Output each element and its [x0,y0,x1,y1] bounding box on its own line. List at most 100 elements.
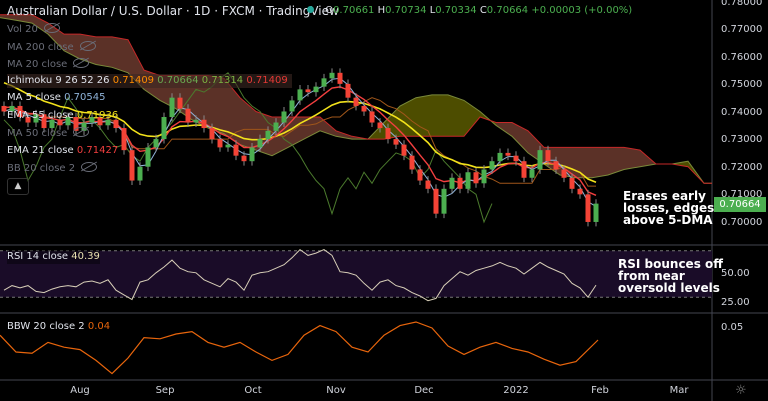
candle-body [433,188,439,214]
kumo-segment [432,94,448,137]
candle-body [537,150,543,170]
candle-body [529,169,535,178]
legend-rsi[interactable]: RSI 14 close 40.39 [7,250,100,264]
legend-label: MA 5 close [7,92,61,103]
chart-title: Australian Dollar / U.S. Dollar · 1D · F… [7,4,339,18]
candle-body [361,105,367,112]
candle-body [521,161,527,178]
kumo-segment [576,147,592,178]
legend-ma50[interactable]: MA 50 close [7,126,90,141]
chevron-up-icon: ▲ [14,181,22,191]
candle-body [441,188,447,214]
ema55-value: 0.71936 [76,110,119,121]
candle-body [473,172,479,184]
candle-body [577,188,583,195]
time-axis-label: Dec [414,385,434,396]
candle-body [505,152,511,156]
candle-body [337,72,343,84]
rsi-axis-label: 50.00 [721,268,750,279]
price-axis-label: 0.72000 [721,162,763,173]
legend-label: MA 200 close [7,42,74,53]
candle-body [457,177,463,189]
candle-body [241,155,247,162]
legend-label: RSI 14 close [7,251,69,262]
candle-body [129,150,135,181]
legend-ma20[interactable]: MA 20 close [7,57,90,72]
candle-body [401,144,407,156]
rsi-value: 40.39 [71,251,100,262]
candle-body [1,105,7,112]
candle-body [145,147,151,167]
candle-body [497,152,503,162]
price-axis-label: 0.70000 [721,217,763,228]
price-axis-label: 0.74000 [721,107,763,118]
hidden-eye-icon[interactable] [73,58,90,68]
candle-body [201,119,207,129]
bbw-value: 0.04 [87,321,111,332]
time-axis-label: Mar [669,385,689,396]
legend-ma5[interactable]: MA 5 close 0.70545 [7,91,106,105]
hidden-eye-icon[interactable] [79,41,96,51]
low-value: 0.70334 [435,5,477,16]
candle-body [161,117,167,140]
legend-ema55[interactable]: EMA 55 close 0.71936 [7,109,118,123]
last-price-tag: 0.70664 [714,197,766,212]
legend-label: EMA 55 close [7,110,74,121]
candle-body [305,89,311,93]
kumo-segment [96,36,112,68]
kumo-segment [624,147,640,170]
close-value: 0.70664 [486,5,529,16]
candle-body [409,155,415,170]
candle-body [465,172,471,189]
candle-body [185,108,191,123]
rsi-band [0,250,712,298]
kumo-segment [592,147,608,178]
settings-gear-icon[interactable]: ☼ [735,383,747,398]
candle-body [553,161,559,170]
legend-ichimoku[interactable]: Ichimoku 9 26 52 26 0.71409 0.70664 0.71… [7,74,292,88]
legend-ma200[interactable]: MA 200 close [7,40,96,55]
candle-body [249,147,255,162]
rsi-axis-label: 25.00 [721,297,750,308]
ichimoku-span-b-value: 0.71409 [246,75,288,86]
time-axis-label: Feb [591,385,609,396]
hidden-eye-icon[interactable] [43,23,60,33]
candle-body [265,130,271,140]
ema21-value: 0.71427 [76,145,119,156]
candle-body [489,161,495,170]
change-value: +0.00003 (+0.00%) [531,5,633,16]
time-axis-label: Aug [70,385,90,396]
legend-bb[interactable]: BB 20 close 2 [7,161,98,176]
open-label: O [325,5,334,16]
candle-body [593,203,599,222]
hidden-eye-icon[interactable] [73,127,90,137]
candle-body [217,139,223,148]
legend-label: MA 20 close [7,59,68,70]
collapse-legend-button[interactable]: ▲ [7,178,29,195]
candle-body [193,119,199,123]
ma5-value: 0.70545 [64,92,106,103]
legend-bbw[interactable]: BBW 20 close 2 0.04 [7,320,110,334]
candle-body [545,150,551,162]
legend-label: BBW 20 close 2 [7,321,85,332]
close-label: C [479,5,487,16]
legend-label: MA 50 close [7,128,68,139]
legend-vol[interactable]: Vol 20 [7,22,60,37]
candle-body [169,97,175,118]
candle-body [281,111,287,123]
kumo-segment [448,94,464,137]
ichimoku-conversion-value: 0.71409 [112,75,155,86]
legend-label: Vol 20 [7,24,38,35]
time-axis-label: 2022 [503,385,529,396]
time-axis-label: Sep [155,385,175,396]
legend-ema21[interactable]: EMA 21 close 0.71427 [7,144,118,158]
symbol-title: Australian Dollar / U.S. Dollar · 1D · F… [7,4,339,18]
candle-body [385,128,391,140]
candle-body [209,128,215,140]
kumo-segment [608,147,624,175]
hidden-eye-icon[interactable] [81,162,98,172]
market-status-icon [307,6,314,13]
price-axis-label: 0.73000 [721,134,763,145]
candle-body [561,169,567,178]
candle-body [257,139,263,148]
